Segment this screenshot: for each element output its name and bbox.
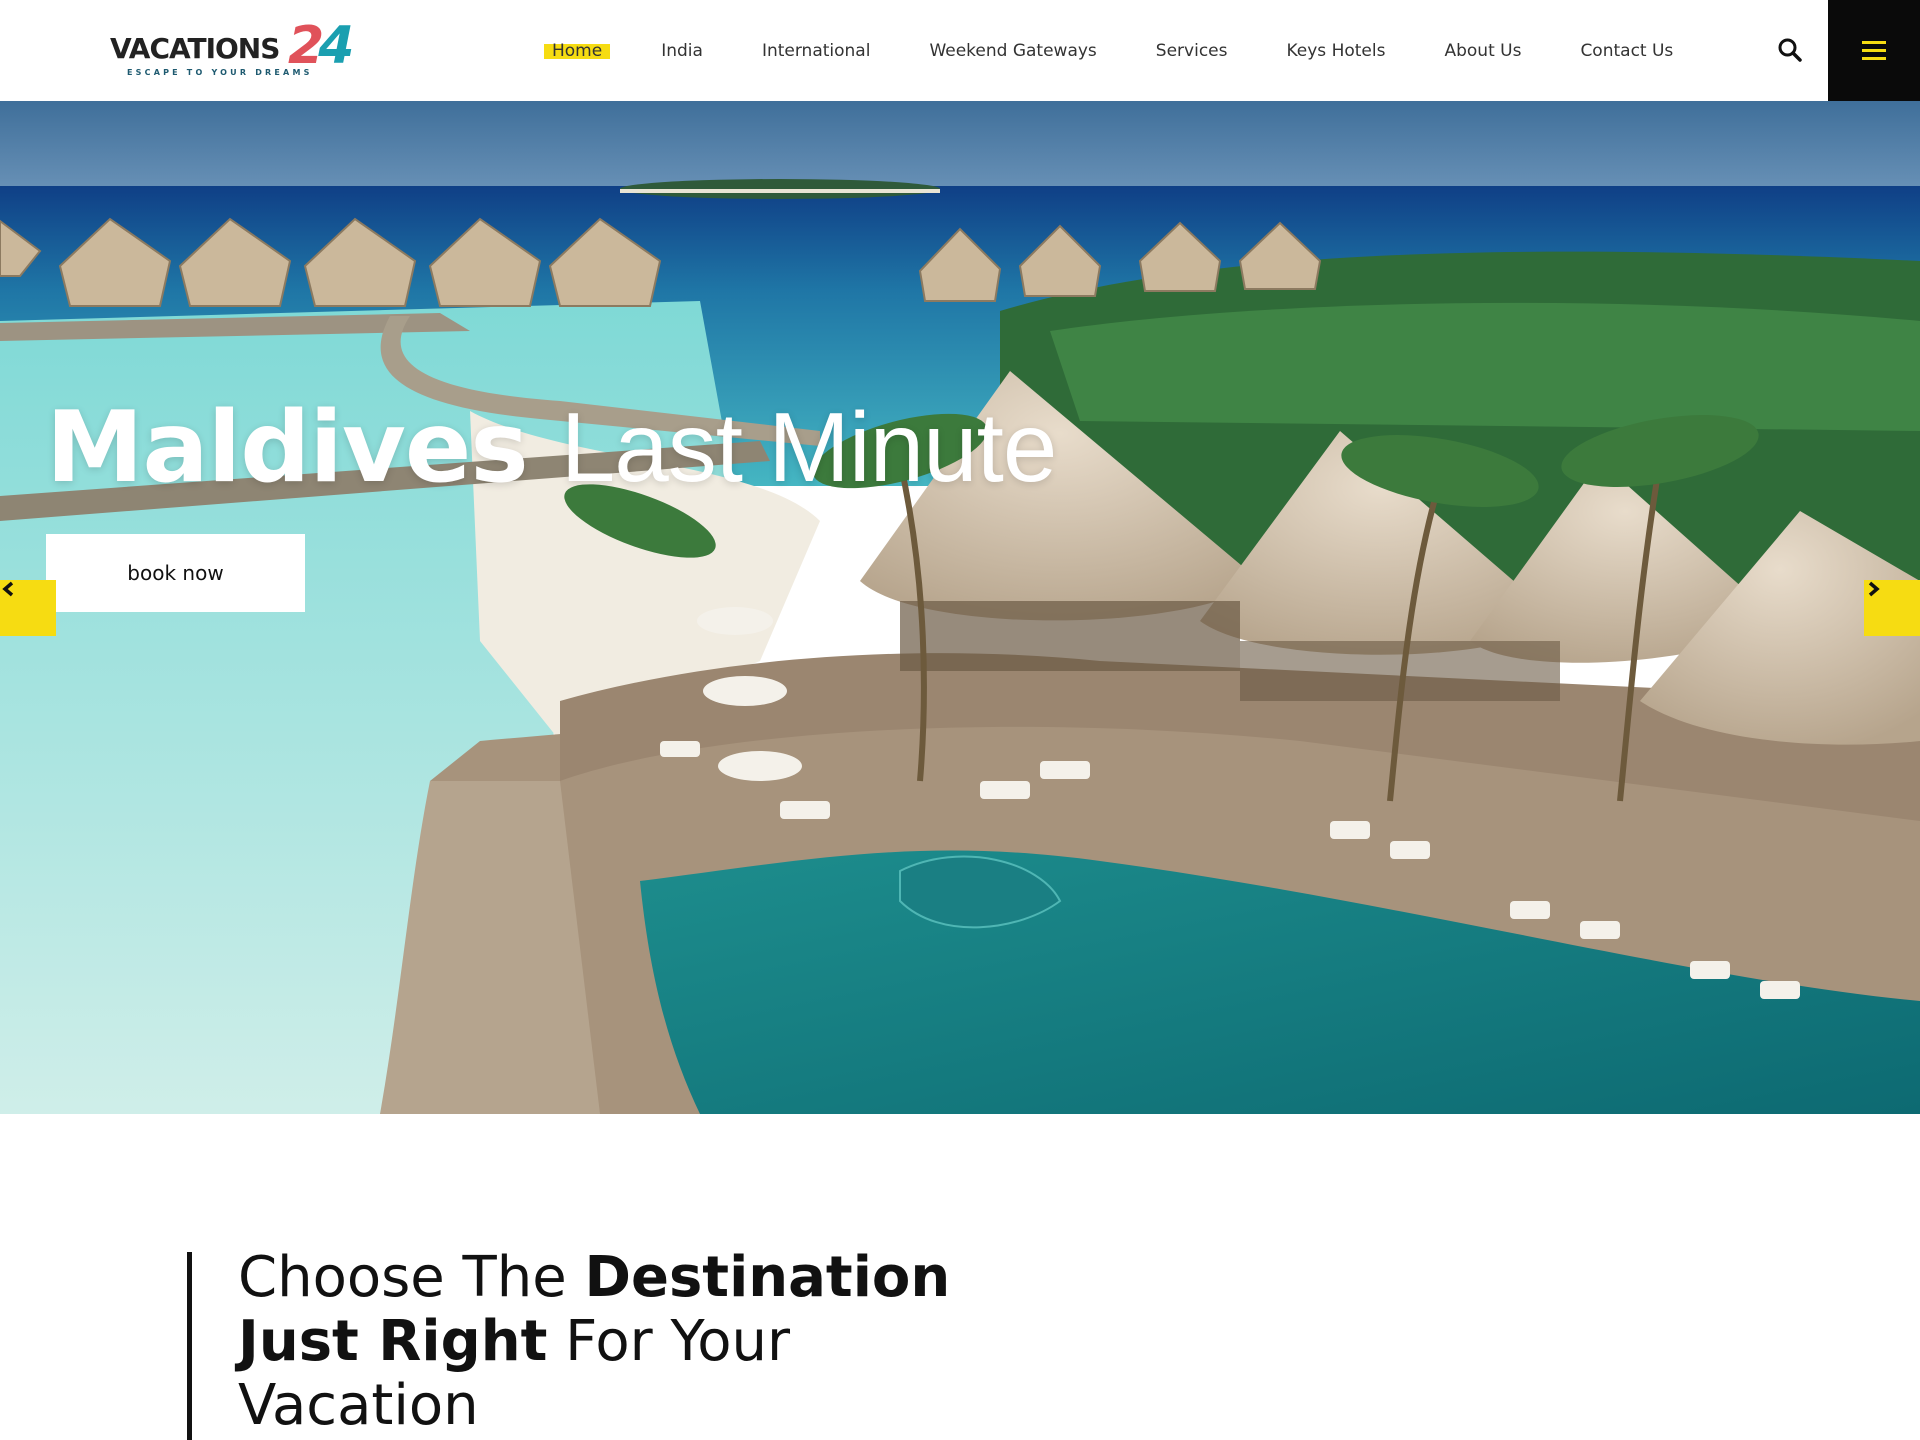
- nav-item-keys-hotels[interactable]: Keys Hotels: [1286, 41, 1385, 61]
- chevron-right-icon: [1868, 581, 1880, 597]
- chevron-left-icon: [2, 581, 14, 597]
- slider-prev-button[interactable]: [0, 580, 56, 636]
- nav-item-services[interactable]: Services: [1156, 41, 1228, 61]
- book-now-button[interactable]: book now: [46, 534, 305, 612]
- hero-title-light: Last Minute: [560, 392, 1058, 502]
- hero-slider: Maldives Last Minute book now: [0, 101, 1920, 1114]
- logo-number: 24: [288, 16, 354, 76]
- main-nav: Home India International Weekend Gateway…: [543, 0, 1673, 101]
- nav-item-india[interactable]: India: [661, 41, 703, 61]
- logo-tagline: ESCAPE TO YOUR DREAMS: [127, 68, 313, 77]
- menu-button[interactable]: [1828, 0, 1920, 101]
- intro-heading: Choose The Destination Just Right For Yo…: [238, 1245, 951, 1438]
- nav-item-weekend-gateways[interactable]: Weekend Gateways: [929, 41, 1096, 61]
- nav-item-international[interactable]: International: [762, 41, 871, 61]
- intro-accent-bar: [187, 1252, 192, 1440]
- hero-title: Maldives Last Minute: [46, 391, 1058, 505]
- nav-item-contact-us[interactable]: Contact Us: [1580, 41, 1673, 61]
- site-logo[interactable]: VACATIONS 24 ESCAPE TO YOUR DREAMS: [110, 16, 360, 82]
- slider-next-button[interactable]: [1864, 580, 1920, 636]
- intro-section: Choose The Destination Just Right For Yo…: [0, 1114, 1920, 1440]
- search-button[interactable]: [1776, 36, 1804, 64]
- nav-item-about-us[interactable]: About Us: [1444, 41, 1521, 61]
- nav-item-home[interactable]: Home: [543, 41, 611, 61]
- hero-title-bold: Maldives: [46, 391, 529, 505]
- site-header: VACATIONS 24 ESCAPE TO YOUR DREAMS Home …: [0, 0, 1920, 101]
- hamburger-menu-icon: [1862, 41, 1886, 44]
- logo-wordmark: VACATIONS: [110, 32, 280, 65]
- search-icon: [1778, 38, 1802, 62]
